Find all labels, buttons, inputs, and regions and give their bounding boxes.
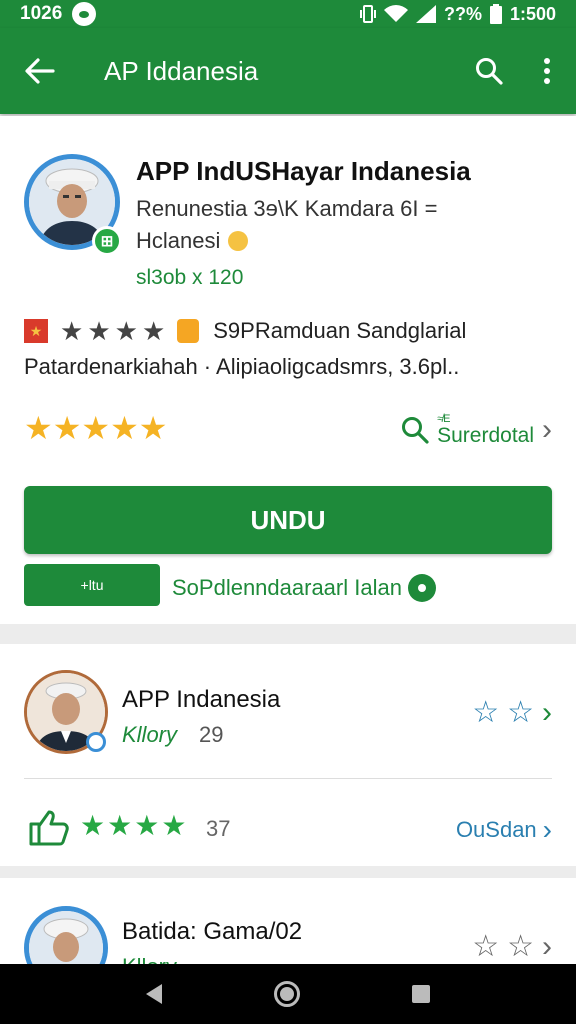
favorite-actions[interactable]: ☆ ☆ ›	[472, 698, 552, 728]
indicator-dot-icon	[407, 574, 436, 602]
install-button[interactable]: UNDU	[24, 486, 552, 554]
more-options-button[interactable]	[518, 28, 576, 114]
search-icon	[402, 417, 429, 444]
favorite-actions[interactable]: ☆ ☆ ›	[472, 932, 552, 962]
page-title: AP Iddanesia	[104, 55, 259, 86]
divider	[24, 778, 552, 779]
chevron-right-icon: ›	[542, 814, 552, 845]
chevron-right-icon: ›	[542, 696, 552, 729]
star-icon: ★	[114, 316, 138, 346]
status-bar: 1026 ??% 1:500	[0, 0, 576, 28]
wifi-icon	[383, 5, 408, 23]
list-item-title: APP Indanesia	[122, 686, 281, 713]
thumbs-up-icon[interactable]	[28, 808, 70, 846]
system-nav-bar	[0, 964, 576, 1024]
nav-recents-icon[interactable]	[412, 985, 430, 1003]
star-outline-icon: ☆	[472, 930, 500, 963]
search-icon	[476, 58, 503, 85]
details-link-label: OuSdan	[455, 817, 537, 842]
app-description: Patardenarkiahah · Alipiaoligcadsmrs, 3.…	[24, 354, 460, 379]
battery-icon	[489, 4, 502, 24]
app-avatar	[24, 906, 108, 964]
star-icon: ★	[80, 810, 106, 841]
app-developer: Renunestia 3ɘ\K Kamdara 6I =	[136, 196, 438, 221]
list-item-count: 29	[199, 722, 224, 747]
star-icon: ★	[134, 810, 160, 841]
secondary-link-label: SoPdlenndaaraarl Ialan	[172, 575, 402, 600]
list-item[interactable]: APP Indanesia Kllory 29 ☆ ☆ › ★ ★ ★ ★ 37…	[0, 644, 576, 866]
message-notification-icon	[72, 2, 97, 26]
star-outline-icon: ☆	[472, 696, 500, 729]
secondary-link[interactable]: SoPdlenndaaraarl Ialan	[172, 574, 436, 602]
chevron-right-icon: ›	[542, 413, 552, 446]
status-time-left: 1026	[20, 3, 63, 24]
star-outline-icon: ☆	[507, 696, 534, 729]
rating-text: S9PRamduan Sandglarial	[213, 318, 467, 343]
person-avatar-icon	[29, 911, 103, 964]
vibrate-icon	[359, 5, 376, 23]
rating-stars: ★ ★ ★ ★	[80, 812, 186, 840]
user-rating-stars[interactable]: ★★★★★	[24, 412, 167, 444]
status-time-right: 1:500	[509, 3, 556, 24]
list-item-title: Batida: Gama/02	[122, 918, 303, 945]
flag-icon: ★	[24, 319, 48, 343]
search-link-label: Surerdotal	[437, 424, 534, 447]
star-icon: ★	[161, 810, 187, 841]
location-pin-icon	[86, 732, 106, 752]
chevron-right-icon: ›	[542, 930, 552, 963]
star-outline-icon: ☆	[507, 930, 534, 963]
battery-percent: ??%	[443, 3, 482, 24]
signal-icon	[415, 5, 436, 23]
app-detail-card: ⊞ APP IndUSHayar Indanesia Renunestia 3ɘ…	[0, 116, 576, 624]
app-bar: AP Iddanesia	[0, 28, 576, 114]
app-meta: sl3ob x 120	[136, 266, 244, 289]
list-item-category: Kllory	[122, 722, 178, 747]
age-rating-icon	[177, 319, 200, 343]
search-button[interactable]	[460, 28, 518, 114]
secondary-button[interactable]: +ltu	[24, 564, 160, 606]
app-location: Hclanesi	[136, 228, 221, 253]
nav-back-icon[interactable]	[146, 984, 162, 1004]
arrow-left-icon	[25, 58, 55, 84]
coin-icon	[228, 231, 249, 251]
list-item[interactable]: Batida: Gama/02 Kllory ☆ ☆ ›	[0, 878, 576, 964]
star-icon: ★	[60, 316, 84, 346]
star-icon: ★	[87, 316, 111, 346]
rating-count: 37	[206, 816, 231, 841]
star-icon: ★	[107, 810, 133, 841]
star-icon: ★	[141, 316, 166, 346]
verified-badge-icon: ⊞	[92, 226, 122, 256]
back-button[interactable]	[0, 28, 80, 114]
more-vertical-icon	[544, 58, 550, 84]
rating-row: ★ ★ ★ ★ ★ S9PRamduan Sandglarial	[24, 318, 466, 344]
app-title: APP IndUSHayar Indanesia	[136, 156, 471, 186]
nav-home-icon[interactable]	[274, 981, 300, 1007]
list-item-category: Kllory	[122, 954, 177, 964]
details-link[interactable]: OuSdan ›	[456, 814, 552, 846]
search-review-link[interactable]: ≉E Surerdotal ›	[401, 414, 552, 446]
